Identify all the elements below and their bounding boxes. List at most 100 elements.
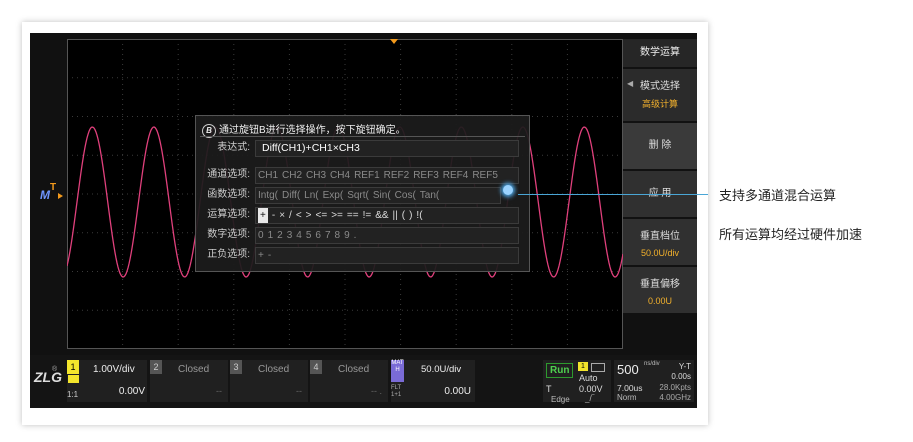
annotation-hardware: 所有运算均经过硬件加速 (719, 227, 863, 242)
number-option[interactable]: 5 (306, 228, 312, 243)
number-option[interactable]: 0 (258, 228, 264, 243)
channel-option[interactable]: REF5 (472, 168, 498, 183)
zlg-logo: ZLG (34, 369, 62, 385)
timebase-unit: ns/div (644, 361, 660, 367)
sign-options: + - (255, 247, 519, 264)
function-option[interactable]: Exp( (323, 188, 344, 203)
operator-option[interactable]: <= (316, 208, 328, 223)
trigger-channel: 1 (578, 362, 588, 371)
channel-option[interactable]: CH2 (282, 168, 302, 183)
number-option[interactable]: 4 (296, 228, 302, 243)
status-bar: ZLG ® 1 1:1 1.00V/div 0.00V 2 Closed -- … (30, 355, 697, 408)
operator-option[interactable]: / (289, 208, 292, 223)
operator-option[interactable]: == (347, 208, 359, 223)
operator-option[interactable]: × (279, 208, 285, 223)
chevron-left-icon: ◀ (627, 79, 634, 88)
operator-options: + - × / < > <= >= == != && || () !( (255, 207, 519, 224)
operator-option[interactable]: ( (402, 208, 405, 223)
operator-row: 运算选项: (200, 207, 256, 223)
number-option[interactable]: 2 (277, 228, 283, 243)
operator-option[interactable]: !( (416, 208, 422, 223)
operator-option[interactable]: + (258, 208, 268, 223)
sample-points: 28.0Kpts (659, 383, 691, 392)
channel-option[interactable]: REF1 (354, 168, 380, 183)
sign-option[interactable]: - (268, 248, 271, 263)
mode-select-button[interactable]: ◀ 模式选择 高级计算 (623, 69, 697, 121)
trigger-level: 0.00V (579, 384, 603, 394)
operator-option[interactable]: - (272, 208, 275, 223)
dialog-divider (200, 136, 525, 137)
math-channel-panel[interactable]: MATH FLT 1+1 50.0U/div 0.00U (391, 360, 475, 402)
number-option[interactable]: 7 (325, 228, 331, 243)
function-option[interactable]: Tan( (420, 188, 439, 203)
channel-option[interactable]: REF2 (384, 168, 410, 183)
trigger-panel[interactable]: Run 1 Auto T 0.00V Edge _/‾ (543, 360, 611, 404)
trigger-arrow-icon (58, 193, 63, 199)
channel-4-offset: -- . (371, 386, 382, 396)
function-option[interactable]: Sin( (373, 188, 391, 203)
operator-options-label: 运算选项: (207, 209, 250, 220)
channel-options-label: 通道选项: (207, 169, 250, 180)
function-option[interactable]: Sqrt( (347, 188, 369, 203)
math-offset: 0.00U (444, 386, 471, 397)
channel-2-panel[interactable]: 2 Closed -- (150, 360, 228, 402)
operator-option[interactable]: > (306, 208, 312, 223)
mode-select-label: 模式选择 (640, 81, 680, 92)
function-option[interactable]: Diff( (282, 188, 300, 203)
trigger-level-marker[interactable]: T (50, 182, 56, 193)
operator-option[interactable]: >= (331, 208, 343, 223)
expression-input[interactable]: Diff(CH1)+CH1×CH3 (255, 140, 519, 157)
number-option[interactable]: 6 (315, 228, 321, 243)
math-scale: 50.0U/div (421, 364, 462, 375)
operator-option[interactable]: || (393, 208, 398, 223)
side-menu-title: 数学运算 (623, 39, 697, 67)
timebase-panel[interactable]: 500 ns/div Y-T 0.00s 7.00us 28.0Kpts Nor… (614, 360, 694, 402)
annotation-multichannel: 支持多通道混合运算 (719, 188, 837, 203)
operator-option[interactable]: && (375, 208, 388, 223)
operator-option[interactable]: != (363, 208, 372, 223)
vertical-offset-button[interactable]: 垂直偏移 0.00U (623, 267, 697, 313)
acquire-mode: Norm (617, 393, 637, 402)
channel-option[interactable]: REF4 (443, 168, 469, 183)
run-status[interactable]: Run (546, 363, 574, 378)
number-option[interactable]: 9 (344, 228, 350, 243)
channel-4-panel[interactable]: 4 Closed -- . (310, 360, 388, 402)
function-option[interactable]: Ln( (304, 188, 318, 203)
math-expression-dialog: B 通过旋钮B进行选择操作，按下旋钮确定。 表达式: Diff(CH1)+CH1×… (195, 115, 530, 272)
vertical-offset-label: 垂直偏移 (640, 279, 680, 290)
mode-select-value: 高级计算 (641, 99, 678, 109)
channel-3-number: 3 (230, 360, 242, 374)
channel-option[interactable]: CH1 (258, 168, 278, 183)
sign-options-label: 正负选项: (207, 249, 250, 260)
registered-icon: ® (52, 366, 58, 373)
sign-option[interactable]: + (258, 248, 264, 263)
trigger-position-marker[interactable] (390, 39, 398, 44)
number-option[interactable]: 1 (268, 228, 274, 243)
function-option[interactable]: Cos( (395, 188, 416, 203)
channel-2-number: 2 (150, 360, 162, 374)
function-option[interactable]: Intg( (258, 188, 278, 203)
function-options: Intg( Diff( Ln( Exp(Sqrt( Sin( Cos( Tan( (255, 187, 501, 204)
channel-3-panel[interactable]: 3 Closed -- (230, 360, 308, 402)
trigger-mode: Auto (579, 373, 598, 383)
trigger-coupling-icon (591, 363, 605, 372)
number-option[interactable]: 3 (287, 228, 293, 243)
expression-row: 表达式: (200, 140, 256, 156)
channel-option[interactable]: REF3 (413, 168, 439, 183)
operator-option[interactable]: < (296, 208, 302, 223)
operator-option[interactable]: ) (409, 208, 412, 223)
math-channel-marker[interactable]: M (40, 188, 50, 202)
dc-coupling-icon (68, 375, 79, 383)
channel-1-offset: 0.00V (118, 386, 145, 397)
time-offset: 7.00us (617, 383, 643, 393)
trigger-source-label: T (546, 384, 552, 394)
delete-button[interactable]: 删 除 (623, 123, 697, 169)
channel-option[interactable]: CH3 (306, 168, 326, 183)
number-option[interactable]: . (354, 228, 357, 243)
number-option[interactable]: 8 (335, 228, 341, 243)
channel-option[interactable]: CH4 (330, 168, 350, 183)
channel-options: CH1 CH2 CH3 CH4 REF1 REF2 REF3 REF4 REF5 (255, 167, 519, 184)
vertical-scale-button[interactable]: 垂直档位 50.0U/div (623, 219, 697, 265)
display-mode: Y-T (678, 362, 691, 371)
channel-1-panel[interactable]: 1 1:1 1.00V/div 0.00V (67, 360, 147, 402)
